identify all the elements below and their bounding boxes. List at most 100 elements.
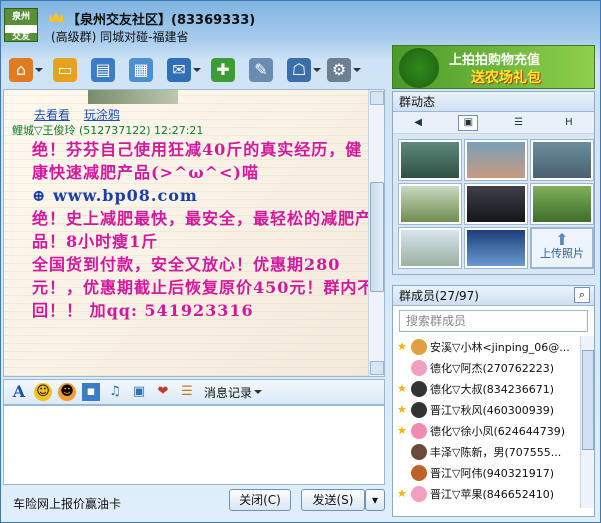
doodle-link[interactable]: 玩涂鸦 [84, 108, 120, 122]
tab-prev[interactable]: ◀ [408, 115, 428, 131]
album-icon: ▤ [91, 58, 115, 82]
message-url-text[interactable]: www.bp08.com [53, 186, 198, 205]
main-toolbar: ⌂ ▭ ▤ ▦ ✉ ✚ ✎ ☖ ⚙ [1, 51, 391, 89]
screenshot-icon[interactable]: ▣ [130, 383, 148, 401]
music-icon[interactable]: ♫ [106, 383, 124, 401]
avatar [411, 359, 427, 376]
member-name: 德化▽阿杰(270762223) [430, 361, 555, 375]
promo-banner[interactable]: 上拍拍购物充值 送农场礼包 [392, 45, 595, 89]
folder-icon: ▭ [53, 58, 77, 82]
mail-icon: ✉ [167, 58, 191, 82]
crown-icon [49, 12, 63, 22]
title-bar: 泉州 交友 【泉州交友社区】(83369333) (高级群) 同城对碰-福建省 [1, 1, 601, 49]
plus-icon: ✚ [211, 58, 235, 82]
member-row[interactable]: ★ 晋江▽秋风(460300939) [393, 399, 594, 420]
member-list-scrollbar[interactable] [580, 336, 594, 508]
member-name: 晋江▽苹果(846652410) [430, 487, 555, 501]
message-line: 绝！芬芬自己使用狂减40斤的真实经历，健康快速减肥产品(>^ω^<)喵 [32, 140, 363, 182]
chevron-down-icon[interactable] [254, 390, 263, 394]
qq-group-chat-window: 泉州 交友 【泉州交友社区】(83369333) (高级群) 同城对碰-福建省 … [0, 0, 601, 523]
upload-label: 上传照片 [540, 247, 584, 260]
message-line: 全国货到付款，安全又放心！优惠期280元！，优惠期截止后恢复原价450元！群内不… [32, 255, 375, 320]
send-button[interactable]: 发送(S) [301, 489, 365, 511]
member-search-input[interactable]: 搜索群成员 [399, 310, 588, 332]
member-name: 德化▽徐小凤(624644739) [430, 424, 566, 438]
tab-photos[interactable]: ▣ [458, 114, 479, 131]
group-mail-button[interactable]: ✉ [167, 55, 201, 85]
banner-line-1: 上拍拍购物充值 [449, 53, 541, 68]
tools-button[interactable]: ✎ [249, 55, 273, 85]
input-toolbar: A ☺ ☻ ▪ ♫ ▣ ❤ ☰ 消息记录 [3, 379, 385, 405]
admin-star-icon: ★ [397, 340, 407, 353]
upload-photo-button[interactable]: ⬆ 上传照片 [531, 228, 593, 268]
photo-thumbnail[interactable] [531, 184, 593, 224]
member-scroll-thumb[interactable] [582, 350, 594, 450]
scroll-down-button[interactable] [370, 361, 384, 375]
share-folder-button[interactable]: ▭ [53, 55, 77, 85]
shake-icon[interactable]: ❤ [154, 383, 172, 401]
add-app-button[interactable]: ✚ [211, 55, 235, 85]
group-card-button[interactable]: ▦ [129, 55, 153, 85]
group-logo[interactable]: 泉州 交友 [4, 8, 38, 42]
tab-list[interactable]: ☰ [509, 115, 529, 131]
photo-thumbnail[interactable] [399, 184, 461, 224]
logo-top-text: 泉州 [11, 12, 30, 22]
logo-bottom-text: 交友 [11, 32, 30, 42]
avatar [411, 338, 427, 355]
group-dynamics-panel: 群动态 ◀ ▣ ☰ H ⬆ 上传照片 [392, 91, 595, 275]
avatar [411, 443, 427, 460]
home-button[interactable]: ⌂ [9, 55, 43, 85]
image-icon[interactable]: ▪ [82, 383, 100, 401]
group-members-panel: 群成员(27/97) ⌕ 搜索群成员 ★ 安溪▽小林<jinping_06@...… [392, 285, 595, 517]
member-row[interactable]: 晋江▽阿伟(940321917) [393, 462, 594, 483]
emoji-icon[interactable]: ☺ [34, 383, 52, 401]
card-icon: ▦ [129, 58, 153, 82]
scroll-up-button[interactable] [370, 91, 384, 105]
avatar [411, 380, 427, 397]
member-row[interactable]: ★ 德化▽徐小凤(624644739) [393, 420, 594, 441]
message-url[interactable]: ⊕ www.bp08.com [32, 184, 377, 207]
tab-home[interactable]: H [559, 115, 579, 131]
settings-icon: ☖ [287, 58, 311, 82]
message-body: 绝！芬芬自己使用狂减40斤的真实经历，健康快速减肥产品(>^ω^<)喵 ⊕ ww… [32, 138, 377, 322]
photo-thumbnail[interactable] [399, 228, 461, 268]
scroll-thumb[interactable] [370, 182, 384, 292]
members-header: 群成员(27/97) ⌕ [393, 286, 594, 306]
member-row[interactable]: 德化▽阿杰(270762223) [393, 357, 594, 378]
avatar [411, 401, 427, 418]
history-icon[interactable]: ☰ [178, 383, 196, 401]
member-row[interactable]: 丰泽▽陈新，男(707555... [393, 441, 594, 462]
member-name: 德化▽大叔(834236671) [430, 382, 555, 396]
chat-history[interactable]: 去看看 玩涂鸦 鲤城▽王俊玲 (512737122) 12:27:21 绝！芬芬… [3, 89, 385, 377]
close-button[interactable]: 关闭(C) [229, 489, 291, 511]
doodle-links: 去看看 玩涂鸦 [34, 106, 130, 123]
avatar [411, 485, 427, 502]
photo-thumbnail[interactable] [465, 228, 527, 268]
admin-star-icon: ★ [397, 382, 407, 395]
photo-thumbnail[interactable] [465, 184, 527, 224]
member-row[interactable]: ★ 晋江▽苹果(846652410) [393, 483, 594, 504]
avatar [411, 464, 427, 481]
admin-star-icon: ★ [397, 424, 407, 437]
photo-thumbnail[interactable] [531, 140, 593, 180]
member-name: 晋江▽秋风(460300939) [430, 403, 555, 417]
members-count: 群成员(27/97) [399, 289, 479, 303]
member-row[interactable]: ★ 安溪▽小林<jinping_06@... [393, 336, 594, 357]
member-list: ★ 安溪▽小林<jinping_06@... 德化▽阿杰(270762223) ★… [393, 336, 594, 508]
photo-thumbnail[interactable] [465, 140, 527, 180]
message-history-button[interactable]: 消息记录 [204, 384, 252, 401]
member-row[interactable]: ★ 德化▽大叔(834236671) [393, 378, 594, 399]
group-settings-button[interactable]: ☖ [287, 55, 321, 85]
ad-link[interactable]: 车险网上报价赢油卡 [13, 495, 121, 512]
message-input[interactable] [3, 405, 385, 485]
more-options-button[interactable]: ⚙ [327, 55, 361, 85]
album-button[interactable]: ▤ [91, 55, 115, 85]
view-link[interactable]: 去看看 [34, 108, 70, 122]
doodle-preview-image [88, 90, 178, 104]
send-options-button[interactable]: ▾ [365, 489, 385, 511]
search-icon[interactable]: ⌕ [574, 287, 590, 303]
chat-scrollbar[interactable] [368, 90, 384, 376]
magic-emoji-icon[interactable]: ☻ [58, 383, 76, 401]
photo-thumbnail[interactable] [399, 140, 461, 180]
font-icon[interactable]: A [10, 383, 28, 401]
